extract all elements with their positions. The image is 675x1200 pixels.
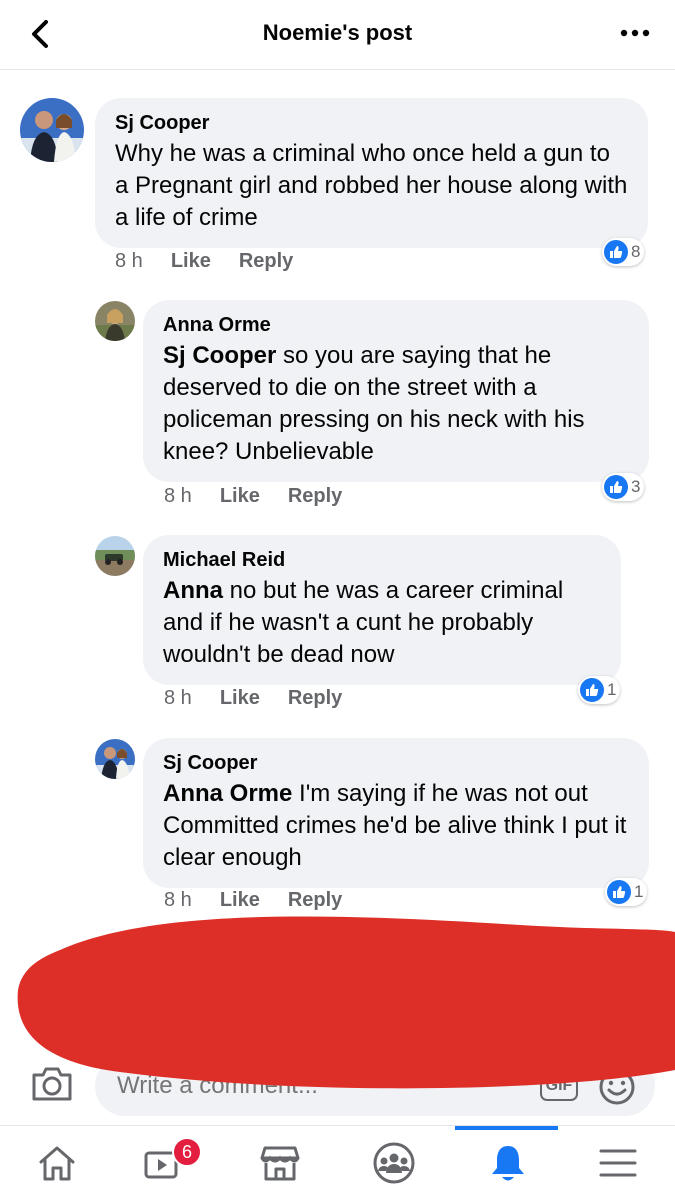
comment-mention[interactable]: Sj Cooper bbox=[163, 342, 276, 369]
hamburger-menu-icon bbox=[599, 1149, 637, 1177]
comment-time: 8 h bbox=[164, 889, 192, 911]
notification-badge: 6 bbox=[172, 1137, 202, 1167]
like-button[interactable]: Like bbox=[220, 687, 260, 710]
more-options-button[interactable] bbox=[617, 18, 653, 48]
like-button[interactable]: Like bbox=[171, 250, 211, 273]
comment-text: Sj Cooper so you are saying that he dese… bbox=[163, 342, 585, 465]
comment-actions: 8 h Like Reply bbox=[115, 250, 293, 273]
comment-bubble: Michael Reid Anna no but he was a career… bbox=[143, 535, 621, 685]
page-title: Noemie's post bbox=[262, 20, 413, 45]
reaction-number: 3 bbox=[631, 477, 641, 496]
avatar[interactable] bbox=[95, 536, 135, 576]
home-icon bbox=[39, 1146, 75, 1181]
comment-time: 8 h bbox=[164, 485, 192, 507]
reaction-number: 8 bbox=[631, 242, 641, 261]
like-button[interactable]: Like bbox=[220, 889, 260, 912]
thumbs-up-icon bbox=[604, 475, 628, 499]
comment-text: Why he was a criminal who once held a gu… bbox=[115, 140, 628, 231]
comment-text: Anna no but he was a career criminal and… bbox=[163, 577, 564, 668]
reaction-number: 1 bbox=[634, 882, 644, 901]
reaction-count[interactable]: 8 bbox=[602, 238, 645, 266]
tab-home[interactable] bbox=[27, 1133, 87, 1193]
comment-author[interactable]: Sj Cooper bbox=[115, 110, 628, 136]
reply-button[interactable]: Reply bbox=[288, 687, 342, 710]
comment-actions: 8 h Like Reply bbox=[164, 889, 342, 912]
comment-author[interactable]: Michael Reid bbox=[163, 547, 601, 573]
active-tab-indicator bbox=[455, 1126, 558, 1130]
ellipsis-icon bbox=[620, 29, 650, 37]
tab-menu[interactable] bbox=[588, 1133, 648, 1193]
comment-actions: 8 h Like Reply bbox=[164, 687, 342, 710]
reply-button[interactable]: Reply bbox=[288, 485, 342, 508]
comment-bubble: Sj Cooper Anna Orme I'm saying if he was… bbox=[143, 738, 649, 888]
camera-icon bbox=[32, 1067, 72, 1101]
comment-bubble: Sj Cooper Why he was a criminal who once… bbox=[95, 98, 648, 248]
comment-text: Anna Orme I'm saying if he was not out C… bbox=[163, 780, 627, 871]
reaction-count[interactable]: 3 bbox=[602, 473, 645, 501]
marketplace-icon bbox=[260, 1146, 300, 1181]
avatar[interactable] bbox=[95, 301, 135, 341]
tab-marketplace[interactable] bbox=[250, 1133, 310, 1193]
comment-mention[interactable]: Anna bbox=[163, 577, 223, 604]
reply-button[interactable]: Reply bbox=[239, 250, 293, 273]
comment-actions: 8 h Like Reply bbox=[164, 485, 342, 508]
tab-notifications[interactable] bbox=[478, 1133, 538, 1193]
thumbs-up-icon bbox=[607, 880, 631, 904]
gif-button[interactable]: GIF bbox=[540, 1071, 578, 1101]
comment-time: 8 h bbox=[164, 687, 192, 709]
bell-icon bbox=[492, 1146, 524, 1181]
reply-button[interactable]: Reply bbox=[288, 889, 342, 912]
comment-bubble: Anna Orme Sj Cooper so you are saying th… bbox=[143, 300, 649, 482]
avatar[interactable] bbox=[95, 739, 135, 779]
smiley-icon bbox=[599, 1069, 635, 1105]
reaction-number: 1 bbox=[607, 680, 617, 699]
top-bar: Noemie's post bbox=[0, 0, 675, 70]
comment-time: 8 h bbox=[115, 250, 143, 272]
thumbs-up-icon bbox=[604, 240, 628, 264]
comment-author[interactable]: Anna Orme bbox=[163, 312, 629, 338]
bottom-tab-bar bbox=[0, 1125, 675, 1200]
groups-icon bbox=[373, 1142, 415, 1184]
tab-groups[interactable] bbox=[364, 1133, 424, 1193]
comment-mention[interactable]: Anna Orme bbox=[163, 780, 292, 807]
like-button[interactable]: Like bbox=[220, 485, 260, 508]
comment-author[interactable]: Sj Cooper bbox=[163, 750, 629, 776]
thumbs-up-icon bbox=[580, 678, 604, 702]
camera-button[interactable] bbox=[30, 1065, 74, 1108]
reaction-count[interactable]: 1 bbox=[605, 878, 648, 906]
avatar[interactable] bbox=[20, 98, 84, 162]
emoji-button[interactable] bbox=[598, 1068, 636, 1111]
reaction-count[interactable]: 1 bbox=[578, 676, 621, 704]
